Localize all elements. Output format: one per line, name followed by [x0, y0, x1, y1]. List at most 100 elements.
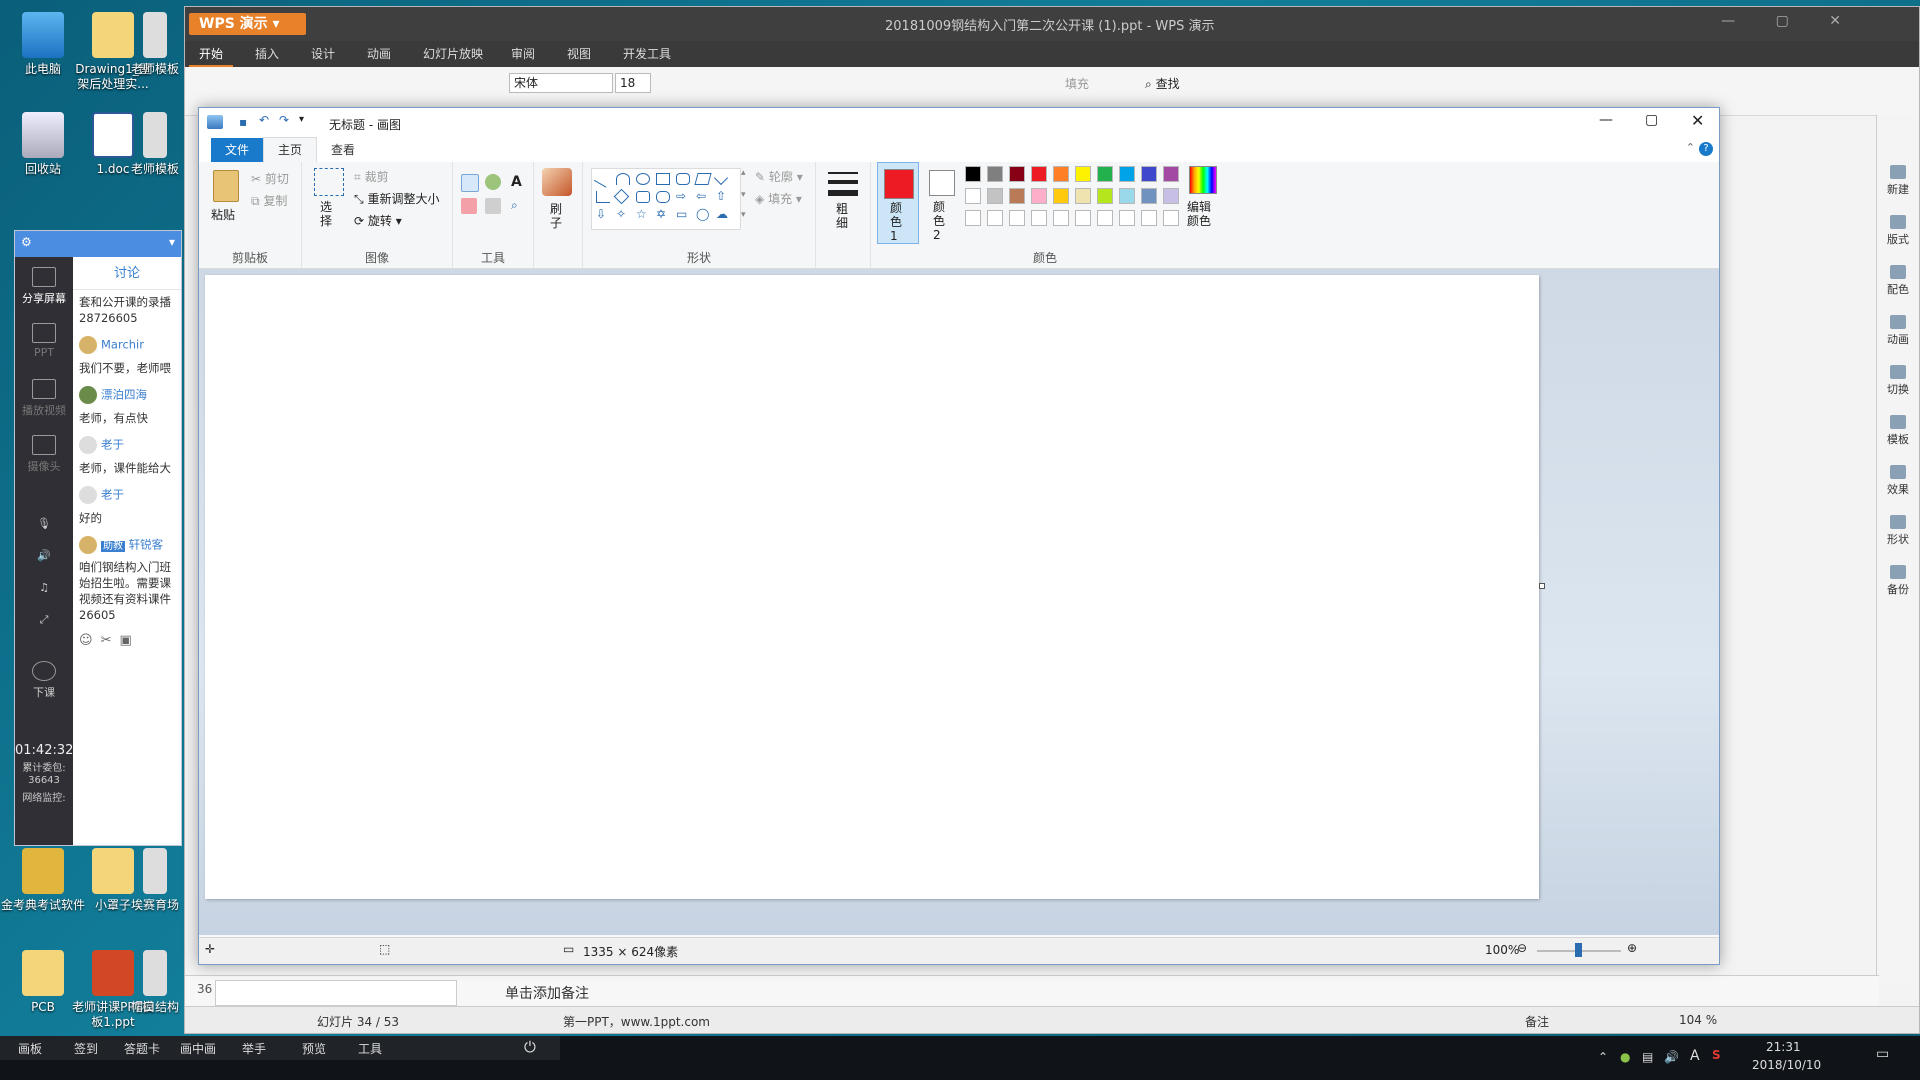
clock-time[interactable]: 21:31 — [1766, 1040, 1801, 1054]
diamond-shape-icon[interactable] — [613, 188, 630, 205]
triangle-shape-icon[interactable] — [713, 170, 729, 186]
up-arrow-shape-icon[interactable]: ⇧ — [716, 189, 726, 203]
maximize-button[interactable]: ▢ — [1645, 112, 1658, 128]
find-button[interactable]: ⌕ 查找 — [1145, 75, 1180, 92]
color-swatch[interactable] — [1097, 166, 1113, 182]
color-swatch[interactable] — [1009, 188, 1025, 204]
left-arrow-shape-icon[interactable]: ⇦ — [696, 189, 706, 203]
tray-wechat-icon[interactable]: ● — [1620, 1050, 1630, 1064]
quick-access-dropdown-icon[interactable]: ▾ — [299, 114, 304, 125]
crop-button[interactable]: ⌗ 裁剪 — [354, 168, 389, 185]
custom-color-slot[interactable] — [1053, 210, 1069, 226]
collapse-ribbon-icon[interactable]: ⌃ — [1686, 141, 1695, 154]
color-swatch[interactable] — [1053, 166, 1069, 182]
color-swatch[interactable] — [965, 188, 981, 204]
shapes-gallery[interactable]: ⇨ ⇦ ⇧ ⇩ ✧ ☆ ✡ ▭ ◯ ☁ — [591, 168, 741, 230]
cut-button[interactable]: ✂ 剪切 — [251, 170, 289, 187]
color-swatch[interactable] — [1119, 188, 1135, 204]
slide-thumbnail[interactable] — [215, 980, 457, 1006]
custom-color-slot[interactable] — [1075, 210, 1091, 226]
custom-color-slot[interactable] — [1031, 210, 1047, 226]
close-button[interactable]: ✕ — [1691, 111, 1704, 130]
zoom-out-button[interactable]: ⊖ — [1517, 941, 1527, 955]
help-icon[interactable]: ? — [1699, 142, 1713, 156]
wps-window-controls[interactable]: — ▢ ✕ — [1721, 13, 1859, 29]
wps-app-menu[interactable]: WPS 演示 ▾ — [189, 13, 306, 35]
tray-sogou-icon[interactable]: S — [1712, 1048, 1721, 1062]
save-icon[interactable]: ▪ — [239, 115, 247, 129]
camera-button[interactable]: 摄像头 — [15, 435, 73, 474]
side-color[interactable]: 配色 — [1877, 265, 1919, 297]
status-zoom[interactable]: 104 % — [1679, 1013, 1717, 1027]
tray-network-icon[interactable]: ▤ — [1642, 1050, 1653, 1064]
custom-color-slot[interactable] — [1009, 210, 1025, 226]
canvas-resize-handle[interactable] — [1539, 583, 1545, 589]
callout-oval-icon[interactable]: ◯ — [696, 207, 709, 221]
polygon-shape-icon[interactable] — [694, 173, 712, 185]
toolbar-preview[interactable]: 预览 — [302, 1040, 326, 1057]
side-animation[interactable]: 动画 — [1877, 315, 1919, 347]
tray-chevron-up-icon[interactable]: ⌃ — [1598, 1050, 1608, 1064]
color-swatch[interactable] — [1163, 188, 1179, 204]
custom-color-slot[interactable] — [965, 210, 981, 226]
redo-icon[interactable]: ↷ — [279, 113, 289, 127]
callout-rect-icon[interactable]: ▭ — [676, 207, 687, 221]
custom-color-slot[interactable] — [987, 210, 1003, 226]
color-swatch[interactable] — [1031, 166, 1047, 182]
text-icon[interactable]: A — [511, 174, 522, 190]
down-arrow-shape-icon[interactable]: ⇩ — [596, 207, 606, 221]
side-new[interactable]: 新建 — [1877, 165, 1919, 197]
custom-color-slot[interactable] — [1141, 210, 1157, 226]
right-arrow-shape-icon[interactable]: ⇨ — [676, 189, 686, 203]
settings-icon[interactable]: ⚙ — [21, 235, 32, 249]
color-swatch[interactable] — [987, 188, 1003, 204]
image-icon[interactable]: ▣ — [119, 633, 139, 648]
fill-bucket-icon[interactable] — [485, 174, 501, 190]
hexagon-shape-icon[interactable] — [656, 191, 670, 203]
resize-button[interactable]: ⤡ 重新调整大小 — [354, 190, 439, 207]
scissors-icon[interactable]: ✂ — [101, 633, 120, 648]
color-swatch[interactable] — [987, 166, 1003, 182]
zoom-in-button[interactable]: ⊕ — [1627, 941, 1637, 955]
desktop-icon-teacher-template-2[interactable]: 老师模板 — [130, 112, 180, 177]
color-swatch[interactable] — [1141, 166, 1157, 182]
music-icon[interactable]: ♫ — [15, 581, 73, 594]
wps-tab-design[interactable]: 设计 — [301, 41, 345, 67]
tray-ime-icon[interactable]: A — [1690, 1048, 1700, 1064]
color1-button[interactable]: 颜色 1 — [877, 162, 919, 244]
notification-icon[interactable]: ▭ — [1876, 1046, 1889, 1062]
play-video-button[interactable]: 播放视频 — [15, 379, 73, 418]
wps-tab-view[interactable]: 视图 — [557, 41, 601, 67]
rainbow-icon[interactable] — [1189, 166, 1217, 194]
minimize-button[interactable]: — — [1599, 112, 1613, 128]
clock-date[interactable]: 2018/10/10 — [1752, 1058, 1821, 1072]
end-class-button[interactable]: 下课 — [15, 661, 73, 700]
side-backup[interactable]: 备份 — [1877, 565, 1919, 597]
pentagon-shape-icon[interactable] — [636, 191, 650, 203]
side-layout[interactable]: 版式 — [1877, 215, 1919, 247]
more-shapes-icon[interactable]: ▾ — [741, 210, 746, 220]
chevron-down-icon[interactable]: ▾ — [169, 235, 175, 249]
color-swatch[interactable] — [965, 166, 981, 182]
color-swatch[interactable] — [1053, 188, 1069, 204]
color-swatch[interactable] — [1075, 166, 1091, 182]
wps-tab-developer[interactable]: 开发工具 — [613, 41, 681, 67]
magnifier-icon[interactable]: ⌕ — [511, 198, 518, 213]
chevron-down-icon[interactable]: ▾ — [741, 190, 746, 200]
speaker-icon[interactable]: 🔊 — [15, 549, 73, 562]
chevron-up-icon[interactable]: ▴ — [741, 168, 746, 178]
emoji-icon[interactable]: ☺ — [79, 633, 101, 648]
toolbar-answer-card[interactable]: 答题卡 — [124, 1040, 160, 1057]
edit-colors-button[interactable]: 编辑颜色 — [1185, 200, 1213, 228]
eraser-icon[interactable] — [461, 198, 477, 214]
custom-color-slot[interactable] — [1097, 210, 1113, 226]
color-swatch[interactable] — [1031, 188, 1047, 204]
zoom-slider-thumb[interactable] — [1575, 943, 1582, 957]
six-point-star-icon[interactable]: ✡ — [656, 207, 666, 221]
copy-button[interactable]: ⧉ 复制 — [251, 192, 287, 209]
toolbar-tools[interactable]: 工具 — [358, 1040, 382, 1057]
rectangle-shape-icon[interactable] — [656, 173, 670, 185]
oval-shape-icon[interactable] — [636, 173, 650, 185]
discussion-tab[interactable]: 讨论 — [73, 257, 181, 290]
ppt-button[interactable]: PPT — [15, 323, 73, 359]
